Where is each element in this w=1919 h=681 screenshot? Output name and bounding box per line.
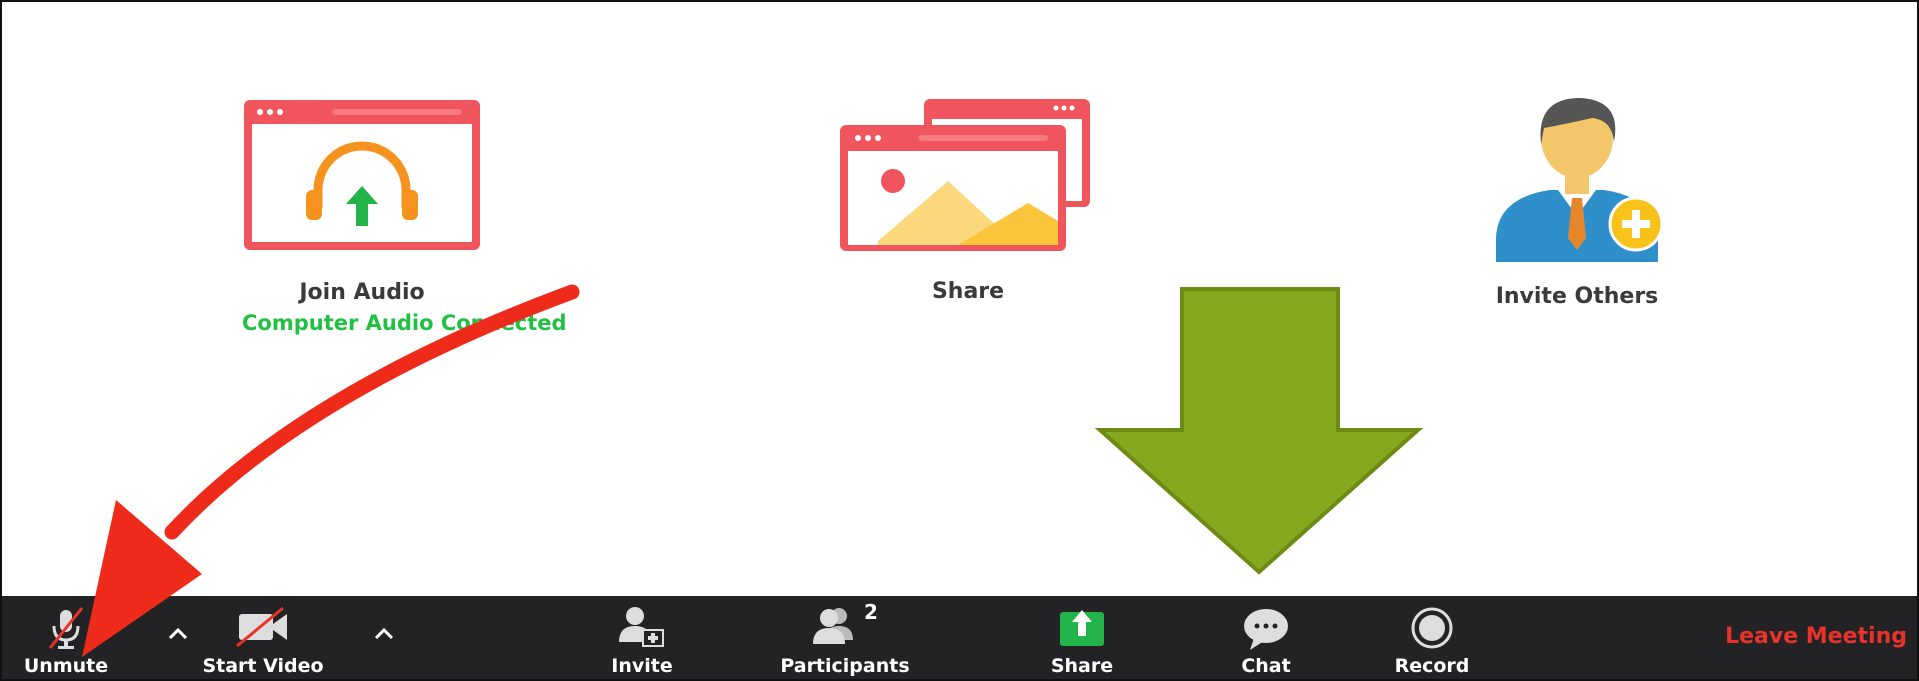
- participants-button[interactable]: 2 Participants: [770, 596, 920, 679]
- start-video-label: Start Video: [202, 655, 324, 677]
- unmute-label: Unmute: [23, 655, 109, 677]
- zoom-meeting-window: Join Audio Computer Audio Connected Shar…: [0, 0, 1919, 681]
- share-screen-icon: [840, 99, 1090, 251]
- participants-count-badge: 2: [864, 600, 878, 624]
- chat-label: Chat: [1241, 655, 1291, 677]
- headphones-icon: [244, 100, 480, 250]
- share-button-label: Share: [1050, 655, 1114, 677]
- participants-icon: [813, 608, 853, 644]
- leave-meeting-button[interactable]: Leave Meeting: [1725, 624, 1907, 649]
- record-button[interactable]: Record: [1382, 596, 1482, 679]
- invite-label: Invite: [611, 655, 673, 677]
- invite-button[interactable]: Invite: [602, 596, 682, 679]
- invite-others-label: Invite Others: [1495, 284, 1659, 309]
- participants-label: Participants: [780, 655, 910, 677]
- chat-bubble-icon: [1244, 609, 1288, 650]
- start-video-button[interactable]: Start Video: [202, 596, 324, 679]
- chat-button[interactable]: Chat: [1220, 596, 1312, 679]
- join-audio-label: Join Audio: [299, 280, 425, 305]
- video-options-caret-icon[interactable]: [370, 618, 398, 648]
- share-upload-icon: [1060, 610, 1104, 646]
- meeting-toolbar: Unmute Start Video Invite 2 Participants…: [2, 596, 1917, 679]
- record-label: Record: [1394, 655, 1470, 677]
- meeting-content-area: Join Audio Computer Audio Connected Shar…: [2, 2, 1917, 596]
- join-audio-tile[interactable]: Join Audio Computer Audio Connected: [242, 98, 567, 335]
- invite-others-tile[interactable]: Invite Others: [1462, 94, 1692, 309]
- audio-options-caret-icon[interactable]: [164, 618, 192, 648]
- share-tile-label: Share: [931, 279, 1005, 304]
- share-tile[interactable]: Share: [838, 97, 1098, 304]
- share-button[interactable]: Share: [1036, 596, 1128, 679]
- video-off-icon: [236, 606, 287, 648]
- record-icon: [1411, 607, 1453, 649]
- muted-microphone-icon: [48, 607, 84, 649]
- unmute-button[interactable]: Unmute: [18, 596, 114, 679]
- invite-person-icon: [1496, 98, 1664, 262]
- audio-status-text: Computer Audio Connected: [242, 311, 567, 335]
- add-person-icon: [619, 607, 664, 647]
